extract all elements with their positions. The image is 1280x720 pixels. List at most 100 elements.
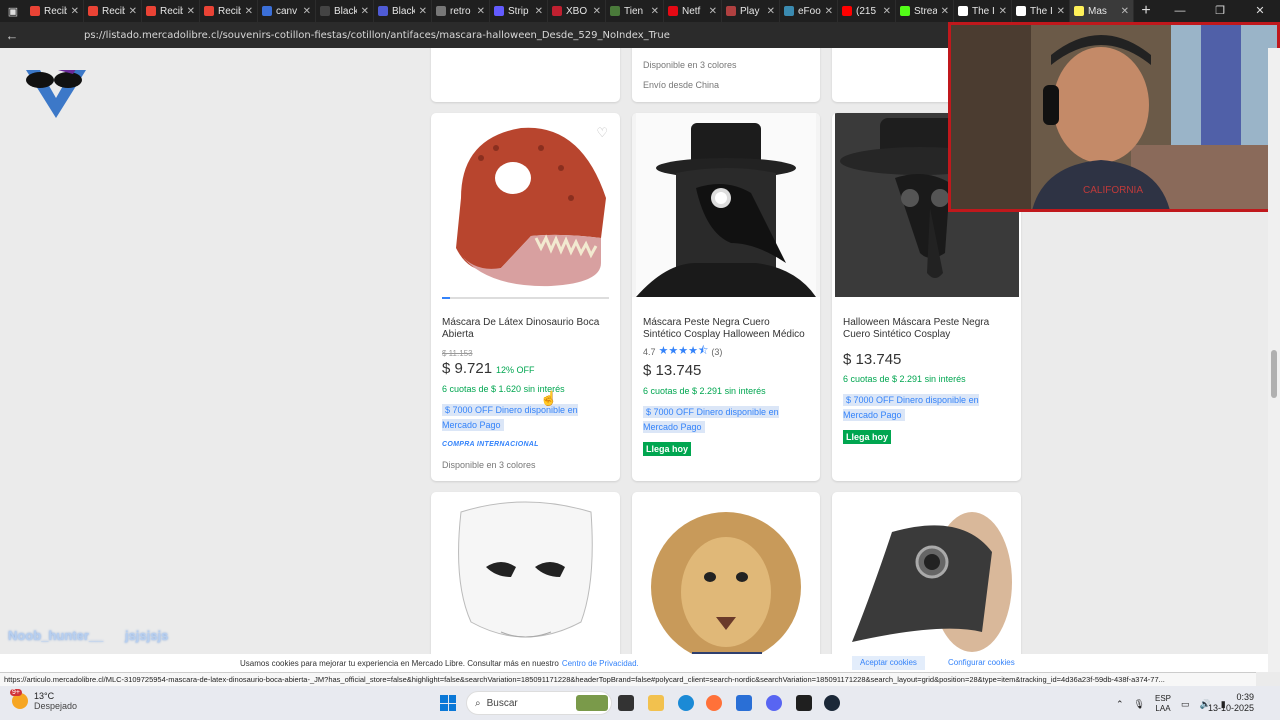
discount-label: 12% OFF — [496, 365, 535, 375]
new-tab-button[interactable]: + — [1134, 2, 1158, 20]
product-image[interactable] — [431, 113, 620, 297]
delivery-badge: Llega hoy — [643, 442, 692, 456]
tab-close-icon[interactable]: ✕ — [883, 6, 891, 17]
tab-actions-icon[interactable]: ▣ — [0, 0, 26, 22]
tab-close-icon[interactable]: ✕ — [129, 6, 137, 17]
search-highlight-icon — [576, 695, 608, 711]
streamer-webcam-image: CALIFORNIA — [951, 25, 1277, 209]
tab-favicon-icon — [378, 6, 388, 16]
steampunk-plague-mask-image — [852, 512, 1012, 652]
browser-tab[interactable]: Play ✕ — [722, 0, 780, 22]
close-window-icon[interactable]: ✕ — [1240, 0, 1280, 22]
discord-icon[interactable] — [766, 695, 782, 711]
minimize-icon[interactable]: — — [1160, 0, 1200, 22]
window-controls: — ❐ ✕ — [1160, 0, 1280, 22]
overlay-extra-text: jsjsjsjs — [124, 628, 169, 643]
tab-label: retro — [450, 5, 471, 17]
tab-favicon-icon — [842, 6, 852, 16]
browser-tab[interactable]: Recib ✕ — [84, 0, 142, 22]
edge-browser-icon[interactable] — [678, 695, 694, 711]
tab-favicon-icon — [30, 6, 40, 16]
browser-tab[interactable]: XBO ✕ — [548, 0, 606, 22]
browser-tab[interactable]: Strea ✕ — [896, 0, 954, 22]
tab-close-icon[interactable]: ✕ — [825, 6, 833, 17]
browser-tab[interactable]: Tien ✕ — [606, 0, 664, 22]
store-icon[interactable] — [736, 695, 752, 711]
steam-icon[interactable] — [824, 695, 840, 711]
back-arrow-icon[interactable]: ← — [0, 28, 24, 43]
weather-temperature: 13°C — [34, 691, 55, 701]
tab-close-icon[interactable]: ✕ — [709, 6, 717, 17]
tab-close-icon[interactable]: ✕ — [1121, 6, 1129, 17]
tab-close-icon[interactable]: ✕ — [477, 6, 485, 17]
tab-close-icon[interactable]: ✕ — [245, 6, 253, 17]
tab-close-icon[interactable]: ✕ — [303, 6, 311, 17]
tab-favicon-icon — [552, 6, 562, 16]
weather-widget[interactable]: 9+ 13°C Despejado — [10, 689, 77, 711]
clock[interactable]: 0:39 13-10-2025 — [1208, 692, 1254, 714]
product-card[interactable] — [632, 492, 820, 672]
browser-tab[interactable]: Recib ✕ — [26, 0, 84, 22]
browser-tab[interactable]: Black ✕ — [374, 0, 432, 22]
microphone-icon[interactable]: 🎙 — [1134, 699, 1145, 710]
tab-close-icon[interactable]: ✕ — [1057, 6, 1065, 17]
tab-close-icon[interactable]: ✕ — [535, 6, 543, 17]
product-title[interactable]: Máscara Peste Negra Cuero Sintético Cosp… — [643, 317, 810, 341]
product-title[interactable]: Halloween Máscara Peste Negra Cuero Sint… — [843, 317, 1011, 341]
tab-close-icon[interactable]: ✕ — [71, 6, 79, 17]
product-image[interactable] — [632, 113, 820, 297]
browser-tab[interactable]: Recib ✕ — [142, 0, 200, 22]
browser-tab[interactable]: retro ✕ — [432, 0, 490, 22]
browser-tab[interactable]: Netf ✕ — [664, 0, 722, 22]
favorite-heart-icon[interactable]: ♡ — [596, 125, 608, 141]
configure-cookies-button[interactable]: Configurar cookies — [940, 656, 1023, 670]
product-card[interactable]: Máscara Peste Negra Cuero Sintético Cosp… — [632, 113, 820, 481]
firefox-icon[interactable] — [706, 695, 722, 711]
product-rating: 4.7 ★★★★⯪ (3) — [643, 342, 722, 361]
network-icon[interactable]: ▭ — [1181, 699, 1190, 710]
privacy-center-link[interactable]: Centro de Privacidad. — [562, 659, 639, 668]
tab-label: Tien — [624, 5, 644, 17]
browser-tab[interactable]: Mas ✕ — [1070, 0, 1134, 22]
accept-cookies-button[interactable]: Aceptar cookies — [852, 656, 925, 670]
maximize-icon[interactable]: ❐ — [1200, 0, 1240, 22]
browser-tab[interactable]: Strip ✕ — [490, 0, 548, 22]
product-card[interactable] — [832, 492, 1021, 672]
language-indicator[interactable]: ESP LAA — [1155, 694, 1171, 714]
product-title[interactable]: Máscara De Látex Dinosaurio Boca Abierta — [442, 317, 610, 341]
tab-label: canv — [276, 5, 298, 17]
rating-stars-icon: ★★★★⯪ — [658, 345, 709, 357]
tab-label: The I — [1030, 5, 1053, 17]
tab-favicon-icon — [726, 6, 736, 16]
browser-tab[interactable]: (215 ✕ — [838, 0, 896, 22]
browser-tab[interactable]: canv ✕ — [258, 0, 316, 22]
svg-text:CALIFORNIA: CALIFORNIA — [1083, 185, 1143, 196]
product-card-partial[interactable] — [431, 48, 620, 102]
browser-tab[interactable]: Black ✕ — [316, 0, 374, 22]
tab-close-icon[interactable]: ✕ — [941, 6, 949, 17]
product-card[interactable] — [431, 492, 620, 672]
windows-start-icon[interactable] — [440, 695, 456, 711]
app-icon[interactable] — [796, 695, 812, 711]
browser-tab[interactable]: eFoo ✕ — [780, 0, 838, 22]
tab-close-icon[interactable]: ✕ — [999, 6, 1007, 17]
tab-close-icon[interactable]: ✕ — [419, 6, 427, 17]
tab-close-icon[interactable]: ✕ — [593, 6, 601, 17]
available-colors: Disponible en 3 colores — [643, 60, 737, 70]
page-scrollbar[interactable] — [1268, 48, 1280, 672]
url-field[interactable]: ps://listado.mercadolibre.cl/souvenirs-c… — [84, 30, 670, 41]
browser-tab[interactable]: Recib ✕ — [200, 0, 258, 22]
scrollbar-thumb[interactable] — [1271, 350, 1277, 398]
image-carousel-indicator — [442, 297, 609, 299]
task-view-icon[interactable] — [618, 695, 634, 711]
tab-close-icon[interactable]: ✕ — [187, 6, 195, 17]
file-explorer-icon[interactable] — [648, 695, 664, 711]
product-card-partial[interactable]: Disponible en 3 colores Envío desde Chin… — [632, 48, 820, 102]
tab-close-icon[interactable]: ✕ — [767, 6, 775, 17]
product-card[interactable]: ♡ Máscara De Látex Dinosaurio Boca Abier… — [431, 113, 620, 481]
browser-tab[interactable]: The I ✕ — [1012, 0, 1070, 22]
browser-tab[interactable]: The I ✕ — [954, 0, 1012, 22]
tab-close-icon[interactable]: ✕ — [361, 6, 369, 17]
tab-close-icon[interactable]: ✕ — [651, 6, 659, 17]
chevron-up-icon[interactable]: ⌃ — [1116, 699, 1124, 710]
